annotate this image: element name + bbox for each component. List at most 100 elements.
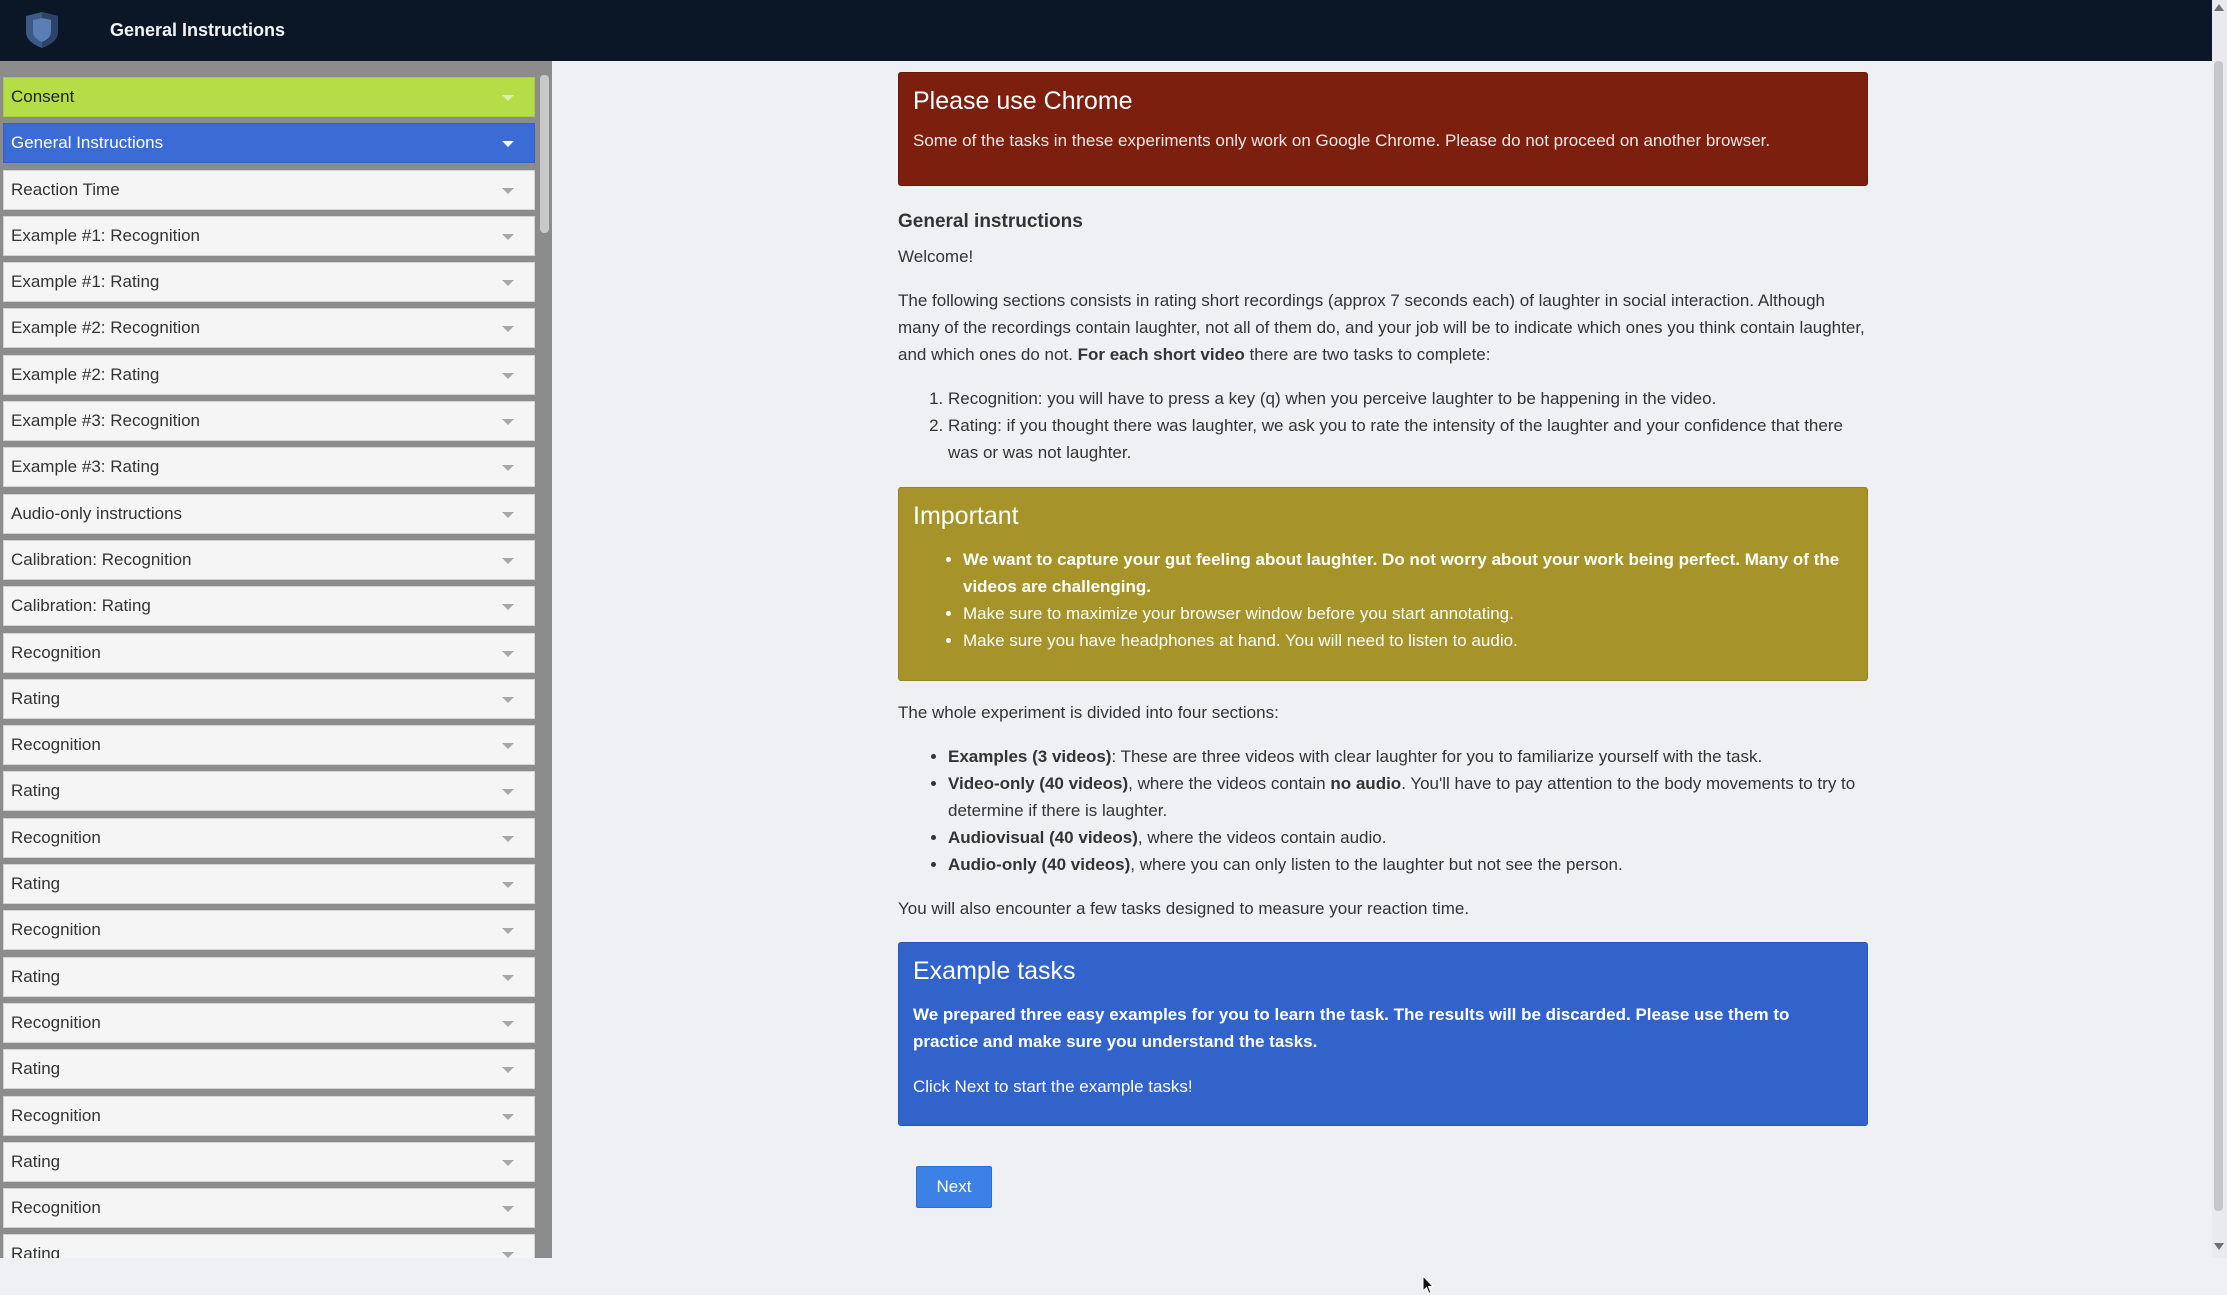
section-item-audiovisual: Audiovisual (40 videos), where the video…: [948, 824, 1868, 851]
chevron-down-icon: [502, 465, 514, 472]
sidebar-item-reaction-time[interactable]: Reaction Time: [3, 169, 535, 210]
task-item-recognition: Recognition: you will have to press a ke…: [948, 385, 1868, 412]
chevron-down-icon: [502, 187, 514, 194]
page-scrollbar-thumb[interactable]: [2214, 61, 2223, 1211]
sidebar-item-label: Recognition: [11, 1105, 101, 1125]
sidebar-item-label: Recognition: [11, 642, 101, 662]
sidebar-item-recognition[interactable]: Recognition: [3, 910, 535, 951]
example-tasks-title: Example tasks: [913, 957, 1076, 985]
sidebar-item-label: Example #2: Recognition: [11, 318, 201, 338]
chrome-warning-alert: Please use Chrome Some of the tasks in t…: [898, 72, 1868, 186]
sidebar: Consent General Instructions Reaction Ti…: [0, 61, 552, 1258]
chevron-down-icon: [502, 789, 514, 796]
sections-list: Examples (3 videos): These are three vid…: [898, 743, 1868, 878]
instructions-panel: Please use Chrome Some of the tasks in t…: [898, 72, 1868, 1126]
chevron-down-icon: [502, 743, 514, 750]
sidebar-item-label: Calibration: Recognition: [11, 549, 192, 569]
instructions-heading: General instructions: [898, 211, 1083, 232]
section-item-text: : These are three videos with clear laug…: [1111, 747, 1763, 766]
task-list: Recognition: you will have to press a ke…: [898, 385, 1868, 466]
intro-tail-text: there are two tasks to complete:: [1244, 345, 1491, 364]
sidebar-item-label: Reaction Time: [11, 179, 120, 199]
sidebar-item-label: Example #3: Recognition: [11, 411, 201, 431]
sidebar-item-calibration-rating[interactable]: Calibration: Rating: [3, 586, 535, 627]
important-title: Important: [913, 502, 1019, 530]
chevron-down-icon: [502, 280, 514, 287]
sidebar-item-general-instructions[interactable]: General Instructions: [3, 123, 535, 164]
scroll-up-arrow-icon[interactable]: [2214, 4, 2224, 11]
sidebar-item-rating[interactable]: Rating: [3, 678, 535, 719]
chevron-down-icon: [502, 928, 514, 935]
sidebar-item-consent[interactable]: Consent: [3, 77, 535, 117]
sidebar-item-audio-only-instructions[interactable]: Audio-only instructions: [3, 493, 535, 534]
sidebar-item-example-1-recognition[interactable]: Example #1: Recognition: [3, 215, 535, 256]
sidebar-item-recognition[interactable]: Recognition: [3, 632, 535, 673]
intro-paragraph: The following sections consists in ratin…: [898, 287, 1868, 368]
scroll-down-arrow-icon[interactable]: [2214, 1243, 2224, 1250]
sidebar-item-label: Rating: [11, 1244, 61, 1258]
section-item-text: , where the videos contain: [1128, 774, 1331, 793]
page-title: General Instructions: [110, 20, 286, 40]
chevron-down-icon: [502, 1020, 514, 1027]
sidebar-item-rating[interactable]: Rating: [3, 864, 535, 905]
sidebar-item-example-2-rating[interactable]: Example #2: Rating: [3, 354, 535, 395]
sidebar-item-label: Rating: [11, 781, 61, 801]
sidebar-item-label: Example #1: Recognition: [11, 225, 201, 245]
sidebar-item-rating[interactable]: Rating: [3, 1049, 535, 1090]
sidebar-item-label: Recognition: [11, 1012, 101, 1032]
section-item-text: , where you can only listen to the laugh…: [1130, 855, 1623, 874]
sidebar-item-example-3-recognition[interactable]: Example #3: Recognition: [3, 401, 535, 442]
sidebar-item-label: Recognition: [11, 735, 101, 755]
sidebar-item-recognition[interactable]: Recognition: [3, 1095, 535, 1136]
chevron-down-icon: [502, 604, 514, 611]
sections-intro: The whole experiment is divided into fou…: [898, 703, 1279, 722]
sidebar-item-label: Audio-only instructions: [11, 503, 183, 523]
chevron-down-icon: [502, 696, 514, 703]
section-item-bold: no audio: [1330, 774, 1402, 793]
reaction-time-note: You will also encounter a few tasks desi…: [898, 899, 1470, 918]
sidebar-item-label: Rating: [11, 1059, 61, 1079]
sidebar-item-example-3-rating[interactable]: Example #3: Rating: [3, 447, 535, 488]
sidebar-item-recognition[interactable]: Recognition: [3, 725, 535, 766]
chevron-down-icon: [502, 1159, 514, 1166]
section-item-bold: Examples (3 videos): [948, 747, 1112, 766]
sidebar-item-label: Example #3: Rating: [11, 457, 160, 477]
sidebar-item-label: Example #2: Rating: [11, 364, 160, 384]
sidebar-scrollbar-thumb[interactable]: [540, 75, 549, 233]
shield-icon: [26, 12, 58, 48]
important-alert: Important We want to capture your gut fe…: [898, 487, 1868, 681]
sidebar-item-label: Rating: [11, 966, 61, 986]
important-item: Make sure you have headphones at hand. Y…: [963, 627, 1853, 654]
chevron-down-icon: [502, 1067, 514, 1074]
sidebar-item-label: Calibration: Rating: [11, 596, 151, 616]
chevron-down-icon: [502, 835, 514, 842]
sidebar-item-example-2-recognition[interactable]: Example #2: Recognition: [3, 308, 535, 349]
sidebar-item-rating[interactable]: Rating: [3, 956, 535, 997]
section-item-examples: Examples (3 videos): These are three vid…: [948, 743, 1868, 770]
sidebar-item-rating[interactable]: Rating: [3, 1234, 535, 1258]
sidebar-scrollbar[interactable]: [536, 61, 552, 1258]
sidebar-item-rating[interactable]: Rating: [3, 1141, 535, 1182]
chevron-down-icon: [502, 650, 514, 657]
example-tasks-text: Click Next to start the example tasks!: [913, 1077, 1193, 1096]
main-content: Please use Chrome Some of the tasks in t…: [552, 61, 2212, 1295]
chrome-warning-text: Some of the tasks in these experiments o…: [913, 131, 1771, 150]
sidebar-item-label: Rating: [11, 688, 61, 708]
chevron-down-icon: [502, 233, 514, 240]
next-button[interactable]: Next: [916, 1166, 992, 1208]
sidebar-item-recognition[interactable]: Recognition: [3, 817, 535, 858]
chevron-down-icon: [502, 974, 514, 981]
intro-bold-text: For each short video: [1077, 345, 1245, 364]
sidebar-item-label: Recognition: [11, 1198, 101, 1218]
sidebar-item-example-1-rating[interactable]: Example #1: Rating: [3, 262, 535, 303]
chevron-down-icon: [502, 511, 514, 518]
example-tasks-alert: Example tasks We prepared three easy exa…: [898, 942, 1868, 1126]
chevron-down-icon: [502, 1113, 514, 1120]
sidebar-item-calibration-recognition[interactable]: Calibration: Recognition: [3, 539, 535, 580]
sidebar-item-recognition[interactable]: Recognition: [3, 1188, 535, 1229]
section-item-bold: Audiovisual (40 videos): [948, 828, 1138, 847]
sidebar-item-recognition[interactable]: Recognition: [3, 1002, 535, 1043]
important-list: We want to capture your gut feeling abou…: [913, 546, 1853, 654]
chevron-down-icon: [502, 1252, 514, 1258]
sidebar-item-rating[interactable]: Rating: [3, 771, 535, 812]
